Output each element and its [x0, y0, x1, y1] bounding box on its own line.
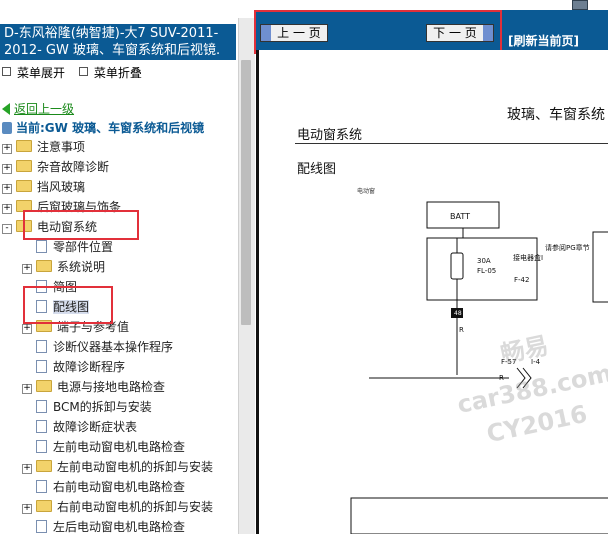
tree-item[interactable]: 诊断仪器基本操作程序 [22, 337, 173, 357]
folder-icon [16, 180, 32, 192]
manual-title: D-东风裕隆(纳智捷)-大7 SUV-2011-2012- GW 玻璃、车窗系统… [0, 24, 236, 60]
wire-label-1: R [459, 326, 464, 334]
pin-label: 48 [454, 310, 462, 317]
tree-item[interactable]: 右前电动窗电机电路检查 [22, 477, 185, 497]
highlight-box-nav [254, 10, 502, 54]
tree-item-label: 系统说明 [57, 260, 106, 274]
document-icon [36, 440, 47, 453]
tree-item[interactable]: BCM的拆卸与安装 [22, 397, 152, 417]
tree-item[interactable]: + 左前电动窗电机的拆卸与安装 [22, 457, 213, 477]
menu-toggles: 菜单展开 菜单折叠 [2, 64, 152, 81]
expand-icon[interactable]: + [22, 384, 32, 394]
tree-item[interactable]: + 杂音故障诊断 [2, 157, 109, 177]
collapse-icon[interactable]: - [2, 224, 12, 234]
tree-item[interactable]: 故障诊断症状表 [22, 417, 137, 437]
back-arrow-icon [2, 103, 10, 115]
location-icon [2, 122, 12, 134]
expand-icon[interactable]: + [2, 144, 12, 154]
folder-icon [36, 260, 52, 272]
tree-item-label: 故障诊断症状表 [53, 420, 138, 434]
tree-item-label: 右前电动窗电机电路检查 [53, 480, 186, 494]
expand-icon[interactable]: + [2, 164, 12, 174]
batt-label: BATT [450, 212, 470, 221]
tree-item-label: 零部件位置 [53, 240, 114, 254]
folder-icon [16, 160, 32, 172]
tree-item-label: 故障诊断程序 [53, 360, 126, 374]
tree-item-label: 左前电动窗电机电路检查 [53, 440, 186, 454]
left-panel: D-东风裕隆(纳智捷)-大7 SUV-2011-2012- GW 玻璃、车窗系统… [0, 18, 238, 534]
folder-icon [36, 460, 52, 472]
tree-item-label: 挡风玻璃 [37, 180, 86, 194]
tree-item-label: 杂音故障诊断 [37, 160, 110, 174]
expand-icon[interactable]: + [22, 264, 32, 274]
tree-item-label: 右前电动窗电机的拆卸与安装 [57, 500, 214, 514]
tree-item[interactable]: 零部件位置 [22, 237, 113, 257]
relay-box-id: F-42 [514, 276, 529, 284]
back-link[interactable]: 返回上一级 [14, 102, 74, 116]
highlight-box-wiring [23, 286, 113, 324]
folder-icon [36, 500, 52, 512]
tree-item[interactable]: + 电源与接地电路检查 [22, 377, 165, 397]
tree-item-label: BCM的拆卸与安装 [53, 400, 152, 414]
menu-collapse-button[interactable]: 菜单折叠 [78, 66, 142, 80]
tree-item-label: 电源与接地电路检查 [57, 380, 166, 394]
fuse-id-label: FL-05 [477, 267, 496, 275]
document-icon [36, 240, 47, 253]
tree-item-label: 左后电动窗电机电路检查 [53, 520, 186, 534]
highlight-box-power-window [23, 210, 139, 240]
side-note: 请参阅PG章节 [545, 243, 590, 252]
square-icon [78, 67, 88, 76]
window-icon[interactable] [572, 0, 588, 10]
document-icon [36, 340, 47, 353]
expand-icon[interactable]: + [22, 464, 32, 474]
left-scrollbar-thumb[interactable] [241, 60, 251, 325]
current-location: 当前:GW 玻璃、车窗系统和后视镜 [2, 119, 204, 136]
tree-item[interactable]: 左后电动窗电机电路检查 [22, 517, 185, 537]
document-icon [36, 520, 47, 533]
fuse-amp-label: 30A [477, 257, 491, 265]
square-icon [2, 67, 11, 76]
expand-icon[interactable]: + [22, 504, 32, 514]
expand-icon[interactable]: + [2, 204, 12, 214]
relay-box-label: 接电器盒I [513, 253, 543, 262]
expand-icon[interactable]: + [2, 184, 12, 194]
tree-item[interactable]: + 系统说明 [22, 257, 105, 277]
document-icon [36, 480, 47, 493]
document-icon [36, 420, 47, 433]
folder-icon [36, 380, 52, 392]
document-icon [36, 400, 47, 413]
tree-item[interactable]: + 右前电动窗电机的拆卸与安装 [22, 497, 213, 517]
tree-item[interactable]: + 注意事项 [2, 137, 85, 157]
expand-icon[interactable]: + [22, 324, 32, 334]
tree-item-label: 左前电动窗电机的拆卸与安装 [57, 460, 214, 474]
back-link-row: 返回上一级 [2, 100, 74, 117]
menu-expand-button[interactable]: 菜单展开 [2, 66, 65, 80]
document-view: 玻璃、车窗系统 电动窗系统 配线图 电动窗 BATT 30A FL-05 接电器… [256, 50, 608, 534]
tree-item-label: 注意事项 [37, 140, 86, 154]
folder-icon [16, 140, 32, 152]
tree-item[interactable]: 左前电动窗电机电路检查 [22, 437, 185, 457]
wiring-diagram: BATT 30A FL-05 接电器盒I F-42 请参阅PG章节 48 R R… [350, 201, 608, 534]
document-icon [36, 360, 47, 373]
right-panel: 上 一 页 下 一 页 [刷新当前页] 玻璃、车窗系统 电动窗系统 配线图 电动… [254, 10, 608, 534]
tree-item[interactable]: + 挡风玻璃 [2, 177, 85, 197]
tree-item-label: 诊断仪器基本操作程序 [53, 340, 174, 354]
refresh-link[interactable]: [刷新当前页] [508, 32, 579, 49]
top-strip [0, 0, 608, 10]
tree-item[interactable]: 故障诊断程序 [22, 357, 125, 377]
